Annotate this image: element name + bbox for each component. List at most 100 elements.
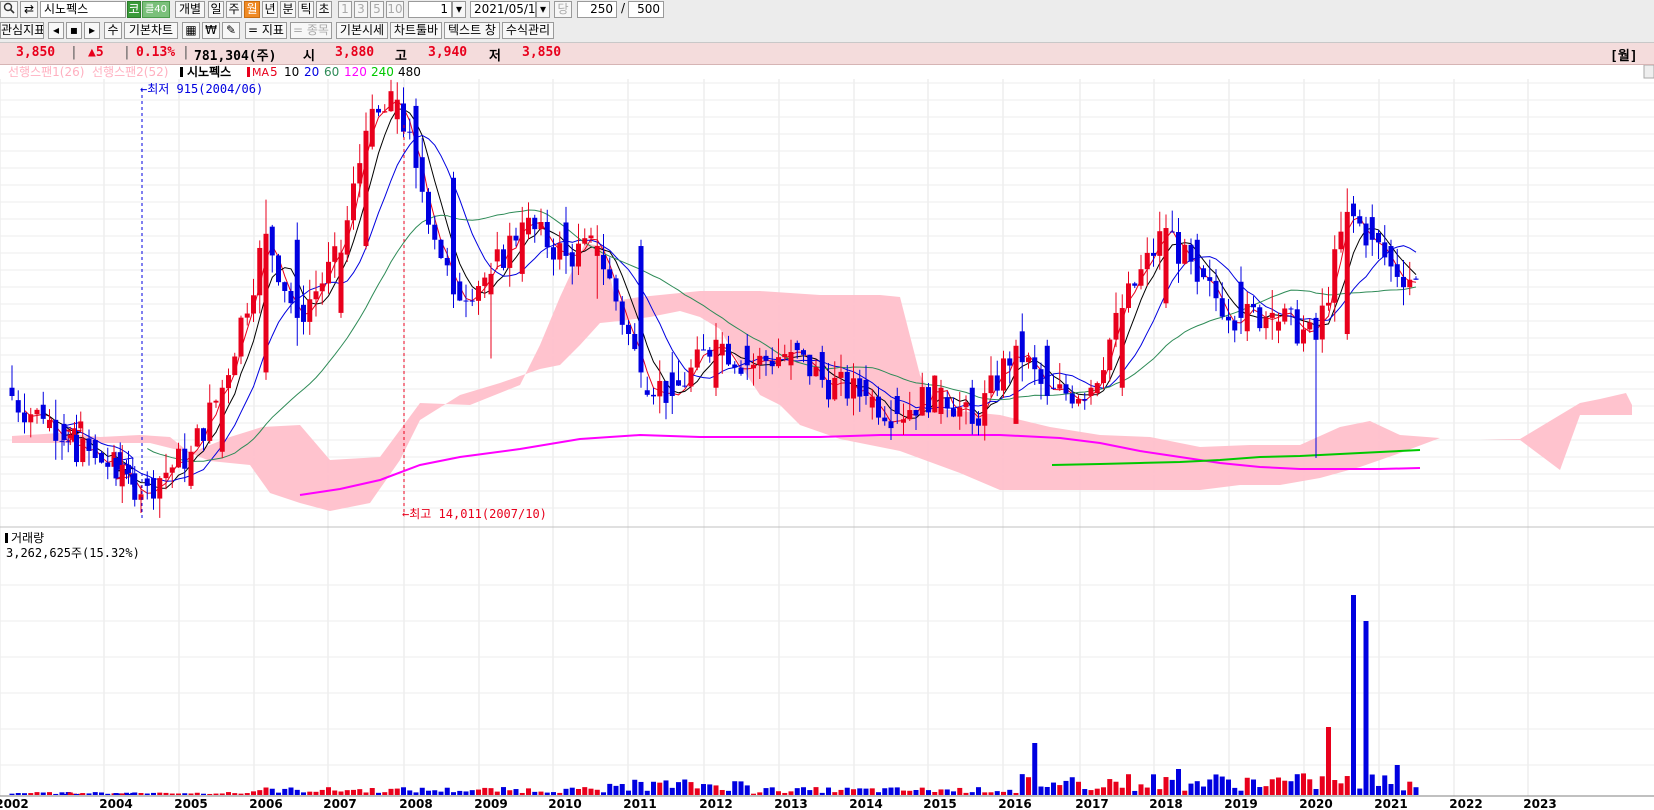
date-input[interactable]: 2021/05/10	[470, 1, 536, 18]
stop-icon[interactable]: ▪	[66, 22, 82, 39]
candle-body	[419, 157, 425, 192]
interval-10-button[interactable]: 10	[386, 1, 404, 18]
period-day-button[interactable]: 일	[208, 1, 224, 18]
basic-quote-button[interactable]: 기본시세	[336, 22, 388, 39]
won-button[interactable]: ₩	[202, 22, 220, 39]
period-indicator-button[interactable]: [월]	[1610, 45, 1638, 64]
formula-manager-button[interactable]: 수식관리	[502, 22, 554, 39]
candle-body	[826, 380, 831, 400]
individual-button[interactable]: 개별	[175, 1, 205, 18]
volume-bar	[169, 793, 175, 795]
volume-bar	[607, 783, 613, 795]
candle-body	[932, 375, 938, 413]
text-window-button[interactable]: 텍스트 창	[444, 22, 500, 39]
period-second-button[interactable]: 초	[316, 1, 332, 18]
candle-body	[638, 246, 644, 373]
volume-bar	[1319, 776, 1325, 795]
dang-button[interactable]: 당	[554, 1, 572, 18]
interval-3-button[interactable]: 3	[354, 1, 368, 18]
panel-scroll-button[interactable]	[1643, 65, 1654, 79]
candle-body	[644, 390, 650, 395]
period-minute-button[interactable]: 분	[280, 1, 296, 18]
search-icon[interactable]	[0, 1, 18, 18]
low-label: 저	[489, 49, 501, 64]
period-year-button[interactable]: 년	[262, 1, 278, 18]
wrench-icon[interactable]: ✎	[222, 22, 240, 39]
candle-body	[15, 400, 21, 413]
volume-bar	[1201, 786, 1206, 795]
volume-bar	[1082, 789, 1088, 795]
volume-bar	[969, 792, 975, 795]
period-tick-button[interactable]: 틱	[298, 1, 314, 18]
calculator-icon[interactable]: ▦	[182, 22, 200, 39]
stock-name-input[interactable]: 시노펙스	[40, 1, 126, 18]
period-week-button[interactable]: 주	[226, 1, 242, 18]
candle-body	[538, 222, 544, 230]
candle-body	[332, 246, 338, 262]
candle-body	[619, 301, 625, 325]
volume-bar	[538, 791, 544, 795]
volume-bar	[976, 787, 981, 795]
candle-body	[1301, 329, 1306, 344]
chart-toolbar-button[interactable]: 차트툴바	[390, 22, 442, 39]
candle-body	[1138, 269, 1144, 286]
total-count-input[interactable]: 500	[628, 1, 664, 18]
volume-bar	[288, 787, 294, 795]
candle-body	[201, 428, 206, 441]
volume-bar	[1144, 787, 1150, 795]
volume-bar	[151, 792, 156, 795]
volume-bar	[526, 788, 531, 795]
candle-body	[382, 111, 388, 113]
swap-icon[interactable]: ⇄	[20, 1, 38, 18]
volume-bar	[1007, 789, 1013, 795]
basic-chart-button[interactable]: 기본차트	[124, 22, 178, 39]
interval-1-button[interactable]: 1	[338, 1, 352, 18]
x-axis-year-label: 2009	[474, 797, 507, 810]
volume-bar	[1001, 791, 1006, 795]
candle-body	[532, 217, 538, 230]
volume-bar	[688, 782, 694, 795]
display-count-input[interactable]: 250	[577, 1, 617, 18]
volume-bar	[1107, 779, 1113, 795]
candle-body	[1063, 384, 1069, 394]
volume-bar	[1282, 780, 1288, 795]
candle-body	[1276, 321, 1281, 331]
candle-body	[1163, 228, 1169, 304]
volume-bar	[732, 781, 738, 795]
price-chart[interactable]: ←최저 915(2004/06) ←최고 14,011(2007/10) 선행스…	[0, 65, 1654, 810]
period-month-button[interactable]: 월	[244, 1, 260, 18]
interval-input[interactable]: 1	[408, 1, 452, 18]
volume-bar	[157, 792, 163, 795]
legend-ma240: 240	[371, 65, 394, 79]
candle-body	[1319, 305, 1325, 340]
volume-bar	[776, 791, 781, 795]
volume-bar	[1301, 773, 1306, 795]
candle-body	[1213, 280, 1219, 299]
volume-bar	[1413, 787, 1419, 795]
current-price: 3,850	[16, 45, 56, 60]
interval-5-button[interactable]: 5	[370, 1, 384, 18]
su-button[interactable]: 수	[104, 22, 122, 39]
volume-bar	[919, 787, 925, 795]
volume-bar	[219, 793, 225, 795]
prev-icon[interactable]: ◂	[48, 22, 64, 39]
volume-bar	[9, 793, 15, 795]
item-button[interactable]: = 종목	[290, 22, 332, 39]
candle-body	[182, 448, 188, 469]
next-icon[interactable]: ▸	[84, 22, 100, 39]
interest-indicator-button[interactable]: 관심지표	[0, 22, 44, 39]
date-dropdown-icon[interactable]: ▾	[536, 1, 550, 18]
interval-dropdown-icon[interactable]: ▾	[452, 1, 466, 18]
indicator-button[interactable]: = 지표	[245, 22, 287, 39]
candle-body	[244, 313, 250, 318]
quote-bar: 3,850 | ▲5 | 0.13% | 781,304(주) 시 3,880 …	[0, 43, 1654, 65]
volume-bar	[313, 791, 319, 795]
candle-body	[476, 286, 481, 301]
candle-body	[176, 448, 181, 468]
candle-body	[1413, 278, 1419, 280]
candle-body	[1069, 393, 1075, 404]
candle-body	[407, 131, 413, 133]
candle-body	[1001, 358, 1006, 391]
volume-bar	[294, 789, 300, 795]
candle-body	[807, 354, 813, 377]
